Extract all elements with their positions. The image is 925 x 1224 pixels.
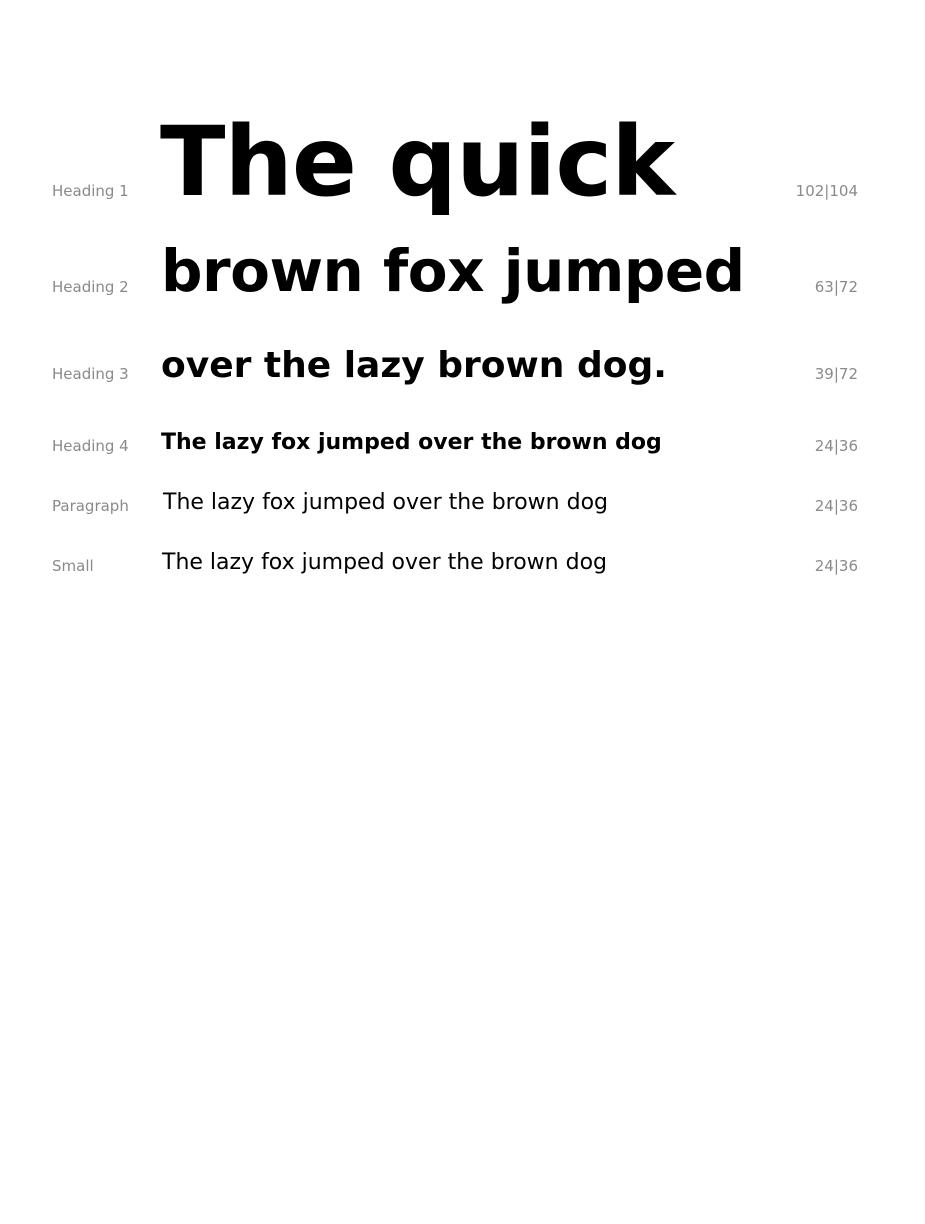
sample-heading-2: brown fox jumped (161, 237, 745, 305)
size-spec: 24|36 (814, 497, 858, 515)
size-spec: 24|36 (814, 437, 858, 455)
style-label: Heading 3 (52, 365, 129, 383)
size-spec: 102|104 (795, 182, 858, 200)
size-spec: 39|72 (814, 365, 858, 383)
sample-small: The lazy fox jumped over the brown dog (162, 550, 608, 575)
sample-heading-4: The lazy fox jumped over the brown dog (161, 430, 662, 455)
style-label: Small (52, 557, 94, 575)
style-label: Heading 1 (52, 182, 129, 200)
size-spec: 24|36 (814, 557, 858, 575)
style-label: Paragraph (52, 497, 129, 515)
style-label: Heading 2 (52, 278, 129, 296)
sample-heading-1: The quick (160, 106, 675, 218)
sample-heading-3: over the lazy brown dog. (161, 345, 667, 386)
sample-paragraph: The lazy fox jumped over the brown dog (163, 490, 609, 515)
style-label: Heading 4 (52, 437, 129, 455)
size-spec: 63|72 (814, 278, 858, 296)
